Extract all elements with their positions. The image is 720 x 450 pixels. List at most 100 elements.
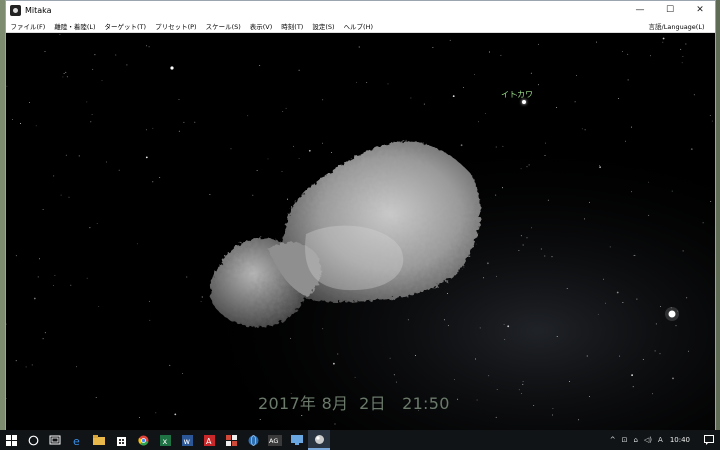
- background-star: [146, 45, 148, 47]
- background-star: [488, 51, 490, 53]
- background-star: [672, 377, 674, 380]
- background-star: [520, 235, 522, 237]
- background-star: [551, 256, 553, 258]
- background-star: [547, 199, 549, 201]
- tray-message-icon[interactable]: ⌂: [630, 436, 640, 444]
- ag-icon[interactable]: AG: [264, 430, 286, 450]
- background-star: [648, 181, 650, 183]
- background-star: [586, 355, 588, 357]
- svg-text:e: e: [73, 435, 80, 446]
- background-star: [358, 46, 360, 48]
- background-star: [503, 324, 505, 325]
- title-bar[interactable]: Mitaka — ☐ ✕: [6, 1, 715, 19]
- background-star: [584, 129, 586, 131]
- acrobat-icon[interactable]: A: [198, 430, 220, 450]
- menu-file[interactable]: ファイル(F): [6, 21, 50, 31]
- close-button[interactable]: ✕: [685, 1, 715, 19]
- background-star: [52, 285, 54, 287]
- mitaka-app-icon[interactable]: [10, 4, 21, 16]
- background-star: [544, 255, 546, 257]
- background-star: [6, 85, 8, 87]
- menu-language[interactable]: 言語/Language(L): [644, 21, 709, 31]
- browser-icon[interactable]: [242, 430, 264, 450]
- menu-preset[interactable]: プリセット(P): [151, 21, 202, 31]
- background-star: [174, 413, 177, 416]
- menu-settings[interactable]: 設定(S): [308, 21, 339, 31]
- background-star: [540, 248, 542, 250]
- target-label-itokawa[interactable]: イトカワ: [501, 89, 533, 100]
- background-star: [675, 325, 677, 327]
- tray-network-icon[interactable]: ⊡: [619, 436, 631, 444]
- background-star: [76, 366, 78, 368]
- background-star: [366, 81, 368, 83]
- menu-view[interactable]: 表示(V): [245, 21, 277, 31]
- background-star: [20, 123, 21, 124]
- background-star: [387, 83, 389, 85]
- chrome-icon[interactable]: [132, 430, 154, 450]
- background-star: [500, 54, 502, 56]
- background-star: [145, 129, 147, 131]
- taskbar-clock[interactable]: 10:40: [666, 436, 698, 444]
- screen-icon[interactable]: [286, 430, 308, 450]
- background-star: [659, 353, 661, 355]
- store-icon[interactable]: [110, 430, 132, 450]
- minimize-button[interactable]: —: [625, 1, 655, 19]
- background-star: [423, 103, 425, 105]
- background-star: [483, 277, 485, 279]
- background-star: [148, 300, 150, 302]
- background-star: [256, 170, 258, 171]
- app-grid-icon[interactable]: [220, 430, 242, 450]
- background-star: [35, 125, 37, 127]
- excel-icon[interactable]: x: [154, 430, 176, 450]
- window-title: Mitaka: [25, 5, 52, 15]
- background-star: [648, 214, 650, 216]
- background-star: [389, 357, 391, 359]
- menu-time[interactable]: 時刻(T): [277, 21, 308, 31]
- menu-scale[interactable]: スケール(S): [201, 21, 245, 31]
- background-star: [33, 297, 36, 300]
- file-explorer-icon[interactable]: [88, 430, 110, 450]
- background-star: [59, 34, 61, 36]
- background-star: [115, 54, 117, 56]
- background-star: [259, 418, 261, 420]
- background-star: [54, 275, 56, 277]
- background-star: [178, 130, 180, 132]
- ime-indicator[interactable]: A: [655, 436, 666, 444]
- background-star: [86, 101, 88, 103]
- background-star: [569, 381, 570, 382]
- background-star: [410, 97, 412, 99]
- windows-start-icon[interactable]: [0, 430, 22, 450]
- background-star: [31, 364, 33, 366]
- cortana-icon[interactable]: [22, 430, 44, 450]
- background-star: [149, 319, 151, 321]
- itokawa-marker[interactable]: [522, 100, 526, 104]
- background-star: [631, 374, 633, 376]
- background-star: [53, 175, 55, 177]
- menu-takeoff-landing[interactable]: 離陸・着陸(L): [50, 21, 100, 31]
- background-star: [42, 338, 44, 340]
- background-star: [298, 69, 300, 71]
- background-star: [230, 148, 232, 150]
- background-star: [566, 287, 568, 289]
- background-star: [709, 114, 711, 116]
- background-star: [528, 164, 530, 166]
- background-star: [290, 337, 292, 339]
- space-viewport[interactable]: イトカワ 2017年 8月 2日 21:50: [6, 34, 715, 430]
- background-star: [449, 39, 451, 41]
- maximize-button[interactable]: ☐: [655, 1, 685, 19]
- edge-icon[interactable]: e: [66, 430, 88, 450]
- menu-help[interactable]: ヘルプ(H): [339, 21, 377, 31]
- menu-target[interactable]: ターゲット(T): [100, 21, 151, 31]
- background-star: [596, 41, 597, 43]
- background-star: [556, 336, 558, 337]
- background-star: [526, 166, 528, 168]
- background-star: [282, 110, 284, 112]
- tray-expand-icon[interactable]: ^: [607, 436, 619, 444]
- background-star: [267, 158, 269, 160]
- tray-volume-icon[interactable]: ◁): [641, 436, 655, 444]
- notification-center-icon[interactable]: [698, 430, 720, 450]
- word-icon[interactable]: w: [176, 430, 198, 450]
- background-star: [460, 144, 463, 147]
- mitaka-icon[interactable]: [308, 430, 330, 450]
- task-view-icon[interactable]: [44, 430, 66, 450]
